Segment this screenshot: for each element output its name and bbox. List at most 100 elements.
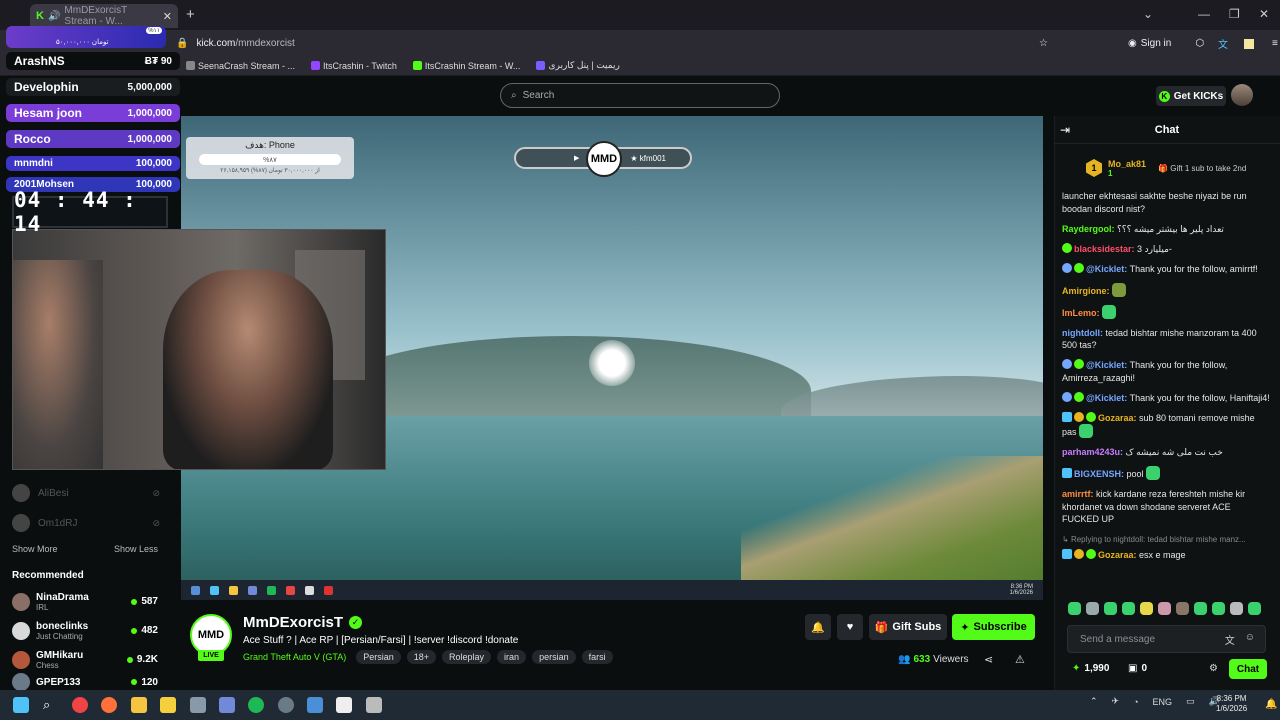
app-icon[interactable]	[190, 697, 206, 713]
spotify-icon[interactable]	[248, 697, 264, 713]
tag[interactable]: 18+	[406, 650, 437, 664]
message-user[interactable]: nightdoll:	[1062, 328, 1103, 338]
sign-in-button[interactable]: ◉ Sign in ⬡ 文 ≡	[1128, 36, 1278, 51]
game-link[interactable]: Grand Theft Auto V (GTA)	[243, 652, 346, 662]
webcam-person	[13, 260, 103, 469]
emote-icon[interactable]	[1122, 602, 1135, 615]
system-clock[interactable]: 8:36 PM 1/6/2026	[1216, 694, 1247, 714]
get-kicks-button[interactable]: K Get KICKs	[1156, 86, 1226, 106]
notification-icon[interactable]: 🔔	[1265, 699, 1277, 710]
calculator-icon[interactable]	[366, 697, 382, 713]
followed-channel[interactable]: Om1dRJ ⊘	[0, 508, 180, 538]
window-close-icon[interactable]: ✕	[1259, 7, 1269, 21]
translate-icon[interactable]: 文	[1225, 632, 1235, 647]
kicks-balance[interactable]: ✦ 1,990	[1072, 663, 1109, 674]
notification-bell-button[interactable]: 🔔	[805, 614, 831, 640]
gift-subs-button[interactable]: 🎁 Gift Subs	[869, 614, 947, 640]
maximize-icon[interactable]: ❐	[1229, 7, 1240, 21]
message-user[interactable]: Gozaraa:	[1098, 550, 1137, 560]
message-user[interactable]: Amirgione:	[1062, 286, 1110, 296]
emote-icon[interactable]	[1158, 602, 1171, 615]
followed-channel[interactable]: AliBesi ⊘	[0, 478, 180, 508]
bookmark-star-icon[interactable]: ☆	[1039, 38, 1048, 49]
notepad-icon[interactable]	[336, 697, 352, 713]
message-user[interactable]: parham4243u:	[1062, 447, 1123, 457]
emoji-icon[interactable]: ☺	[1245, 632, 1255, 647]
message-user[interactable]: amirrtf:	[1062, 489, 1094, 499]
emote-icon[interactable]	[1104, 602, 1117, 615]
tray-app-icon[interactable]: ◔	[1133, 697, 1138, 707]
emote-icon[interactable]	[1140, 602, 1153, 615]
obs-icon[interactable]	[278, 697, 294, 713]
recommended-channel[interactable]: GMHikaru Chess 9.2K	[0, 645, 180, 674]
follow-heart-button[interactable]: ♥	[837, 614, 863, 640]
sign-in-label: Sign in	[1140, 38, 1172, 49]
tag[interactable]: Roleplay	[442, 650, 492, 664]
report-icon[interactable]: ⚠	[1015, 653, 1025, 666]
show-less-button[interactable]: Show Less	[114, 544, 158, 554]
tab-list-chevron-icon[interactable]: ⌄	[1143, 7, 1153, 21]
search-icon[interactable]: ⌕	[43, 697, 59, 713]
bookmark-item[interactable]: ریمیت | پنل کاربری	[536, 60, 620, 71]
discord-icon[interactable]	[219, 697, 235, 713]
start-icon[interactable]	[13, 697, 29, 713]
message-user[interactable]: BIGXENSH:	[1074, 469, 1124, 479]
chat-message-input[interactable]: Send a message 文 ☺	[1067, 625, 1266, 653]
message-user[interactable]: blacksidestar:	[1074, 244, 1135, 254]
extensions-icon[interactable]: ⬡	[1195, 38, 1204, 49]
steam-icon[interactable]	[307, 697, 323, 713]
tag[interactable]: Persian	[356, 650, 401, 664]
tray-chevron-icon[interactable]: ⌃	[1090, 696, 1098, 707]
message-user[interactable]: @Kicklet:	[1086, 360, 1127, 370]
emote-icon[interactable]	[1230, 602, 1243, 615]
menu-icon[interactable]: ≡	[1272, 38, 1278, 49]
recommended-channel[interactable]: boneclinks Just Chatting 482	[0, 616, 180, 645]
emote-icon[interactable]	[1068, 602, 1081, 615]
tag[interactable]: persian	[532, 650, 576, 664]
file-explorer-icon[interactable]	[131, 697, 147, 713]
user-avatar[interactable]	[1231, 84, 1253, 106]
chat-settings-icon[interactable]: ⚙	[1209, 663, 1218, 674]
mini-goal-percent: %۱۱	[146, 27, 162, 34]
tab-close-icon[interactable]: ✕	[163, 10, 172, 23]
emote-icon[interactable]	[1086, 602, 1099, 615]
tray-app-icon[interactable]: ✈	[1112, 696, 1120, 707]
chrome-icon[interactable]	[72, 697, 88, 713]
new-tab-icon[interactable]: +	[186, 6, 195, 23]
message-user[interactable]: Raydergool:	[1062, 224, 1115, 234]
message-user[interactable]: ImLemo:	[1062, 308, 1100, 318]
recommended-channel[interactable]: GPEP133 120	[0, 673, 180, 691]
address-bar[interactable]: 🔒 kick.com/mmdexorcist ☆	[172, 33, 1048, 53]
gift-prompt[interactable]: 🎁 Gift 1 sub to take 2nd	[1158, 164, 1246, 173]
message-user[interactable]: Gozaraa:	[1098, 413, 1137, 423]
bookmark-item[interactable]: ItsCrashin - Twitch	[311, 61, 397, 71]
translate-icon[interactable]: 文	[1218, 36, 1228, 51]
emote-icon[interactable]	[1212, 602, 1225, 615]
chat-send-button[interactable]: Chat	[1229, 659, 1267, 679]
emote-icon[interactable]	[1194, 602, 1207, 615]
search-input[interactable]: ⌕ Search	[500, 83, 780, 108]
language-indicator[interactable]: ENG	[1153, 697, 1173, 707]
minimize-icon[interactable]: —	[1198, 7, 1210, 21]
browser-tab[interactable]: K 🔊 MmDExorcisT Stream - W... ✕	[30, 4, 178, 28]
message-user[interactable]: @Kicklet:	[1086, 264, 1127, 274]
leader-name[interactable]: Mo_ak81	[1108, 159, 1146, 169]
show-more-button[interactable]: Show More	[12, 544, 58, 554]
bookmark-item[interactable]: ItsCrashin Stream - W...	[412, 61, 520, 71]
note-icon[interactable]	[1244, 38, 1255, 49]
channel-name-heading[interactable]: MmDExorcisT ✓	[243, 614, 363, 631]
emote-icon[interactable]	[1176, 602, 1189, 615]
firefox-icon[interactable]	[101, 697, 117, 713]
bookmark-item[interactable]: SeenaCrash Stream - ...	[186, 61, 295, 71]
emote-icon[interactable]	[1248, 602, 1261, 615]
tag[interactable]: iran	[497, 650, 527, 664]
recommended-channel[interactable]: NinaDrama IRL 587	[0, 587, 180, 616]
network-icon[interactable]: ▭	[1186, 696, 1195, 707]
gift-balance[interactable]: ▣ 0	[1128, 663, 1147, 674]
share-icon[interactable]: ⋖	[984, 653, 993, 666]
message-user[interactable]: @Kicklet:	[1086, 393, 1127, 403]
speaker-icon[interactable]: 🔊	[48, 11, 60, 22]
subscribe-button[interactable]: ✦ Subscribe	[952, 614, 1035, 640]
tag[interactable]: farsi	[581, 650, 613, 664]
sticky-notes-icon[interactable]	[160, 697, 176, 713]
